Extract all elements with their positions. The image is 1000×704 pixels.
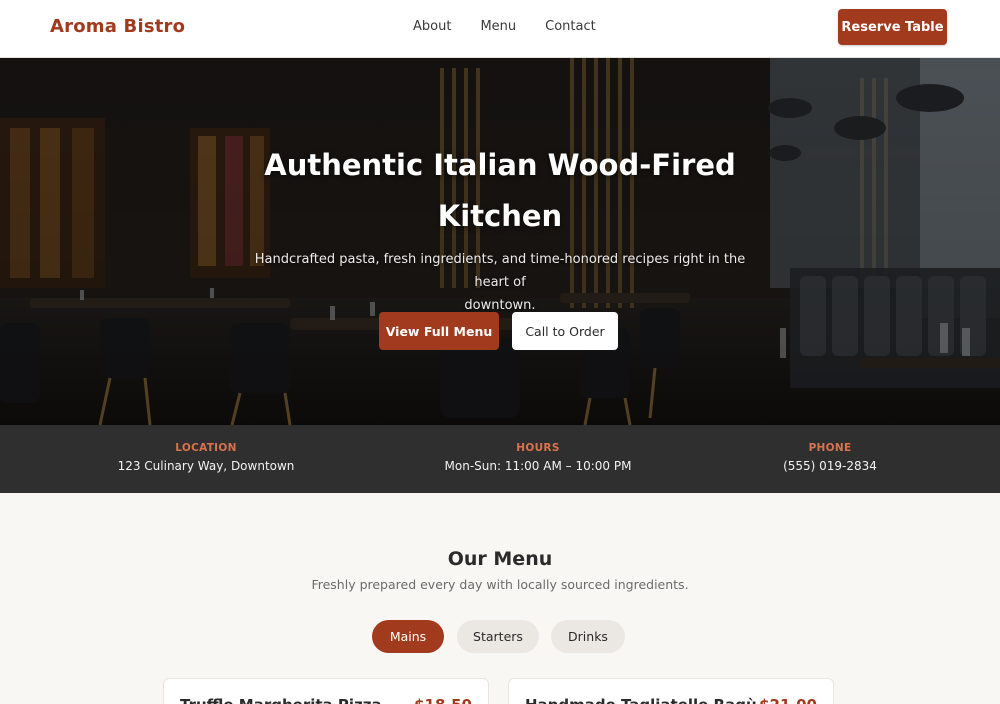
menu-section-title: Our Menu (447, 548, 553, 570)
nav-link-contact[interactable]: Contact (545, 19, 596, 34)
phone-label: PHONE (808, 442, 852, 454)
phone-info: PHONE (555) 019-2834 (760, 442, 900, 473)
hero-section: Authentic Italian Wood-Fired Kitchen Han… (0, 58, 1000, 425)
hero-title: Authentic Italian Wood-Fired Kitchen (200, 140, 800, 242)
site-header: Aroma Bistro About Menu Contact Reserve … (0, 0, 1000, 58)
hours-info: HOURS Mon-Sun: 11:00 AM – 10:00 PM (418, 442, 658, 473)
call-to-order-button[interactable]: Call to Order (512, 312, 618, 350)
view-full-menu-button[interactable]: View Full Menu (379, 312, 499, 350)
hours-label: HOURS (516, 442, 560, 454)
menu-section-subtitle: Freshly prepared every day with locally … (311, 577, 689, 592)
tab-starters[interactable]: Starters (457, 620, 539, 653)
menu-item-price: $18.50 (414, 696, 472, 704)
hero-subtitle: Handcrafted pasta, fresh ingredients, an… (240, 248, 760, 317)
location-value: 123 Culinary Way, Downtown (117, 459, 295, 473)
hours-value: Mon-Sun: 11:00 AM – 10:00 PM (444, 459, 632, 473)
menu-item-name: Handmade Tagliatelle Ragù (525, 696, 757, 704)
nav-link-menu[interactable]: Menu (480, 19, 516, 34)
hero-subtitle-line: downtown. (464, 298, 536, 313)
location-label: LOCATION (175, 442, 237, 454)
menu-item-card[interactable]: Handmade Tagliatelle Ragù $21.00 (508, 678, 834, 704)
menu-item-price: $21.00 (759, 696, 817, 704)
hero-subtitle-line: Handcrafted pasta, fresh ingredients, an… (254, 252, 746, 290)
menu-item-name: Truffle Margherita Pizza (180, 696, 382, 704)
main-nav: About Menu Contact (413, 19, 625, 34)
hero-title-line: Authentic Italian Wood-Fired (264, 148, 736, 182)
tab-drinks[interactable]: Drinks (551, 620, 625, 653)
tab-mains[interactable]: Mains (372, 620, 444, 653)
location-info: LOCATION 123 Culinary Way, Downtown (106, 442, 306, 473)
phone-value[interactable]: (555) 019-2834 (760, 459, 900, 473)
hero-title-line: Kitchen (437, 199, 563, 233)
brand-logo[interactable]: Aroma Bistro (50, 16, 185, 37)
nav-link-about[interactable]: About (413, 19, 451, 34)
info-bar: LOCATION 123 Culinary Way, Downtown HOUR… (0, 425, 1000, 493)
menu-item-card[interactable]: Truffle Margherita Pizza $18.50 (163, 678, 489, 704)
reserve-table-button[interactable]: Reserve Table (838, 9, 947, 45)
